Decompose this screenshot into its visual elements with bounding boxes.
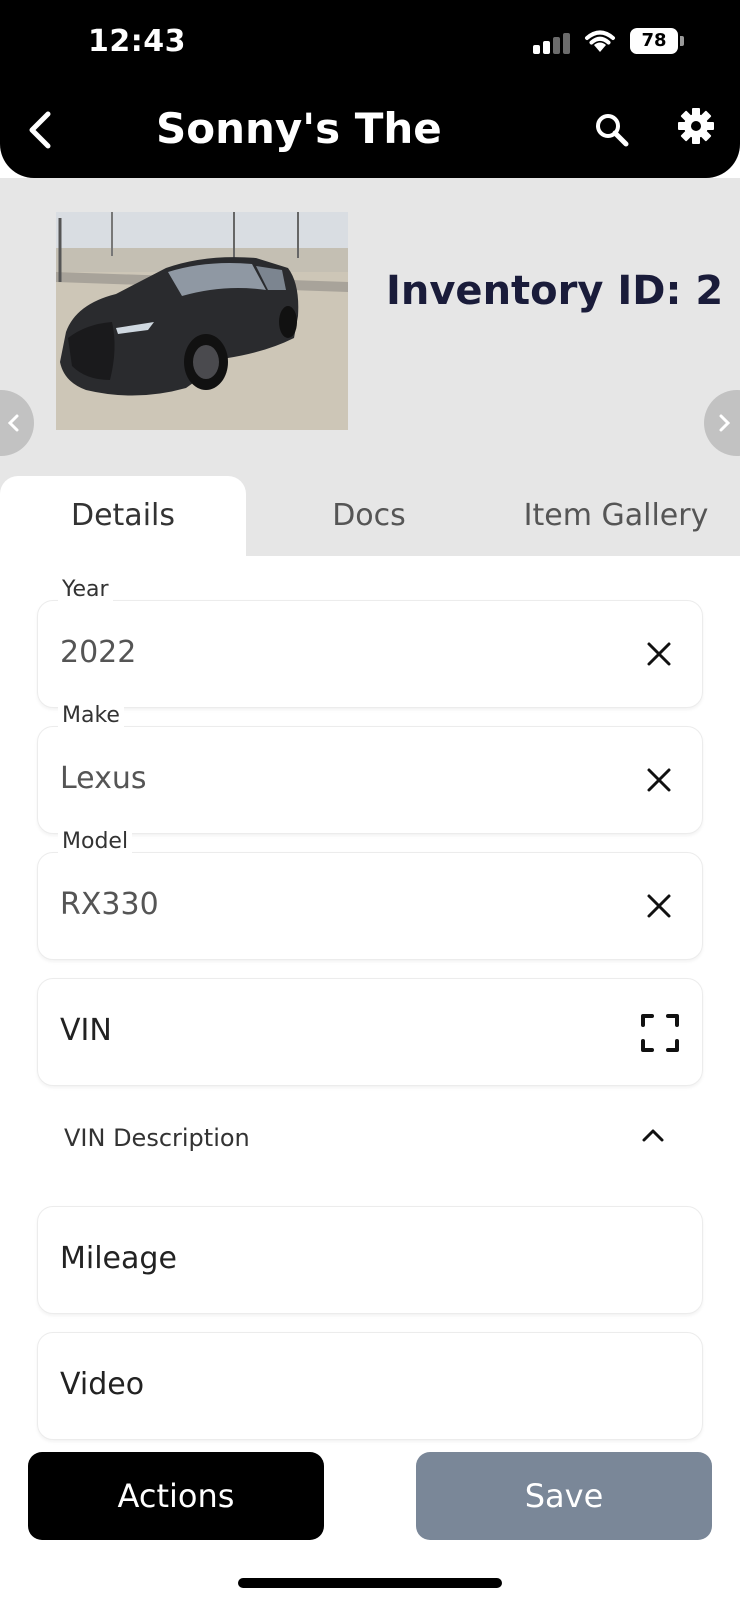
inventory-id: Inventory ID: 2 [386, 268, 724, 314]
close-icon[interactable] [644, 891, 674, 921]
vin-field[interactable]: VIN [37, 978, 703, 1086]
mileage-placeholder[interactable]: Mileage [60, 1241, 177, 1276]
model-value[interactable]: RX330 [60, 887, 159, 922]
cellular-signal-icon [533, 32, 573, 54]
year-label: Year [58, 577, 113, 602]
close-icon[interactable] [644, 765, 674, 795]
back-icon[interactable] [22, 108, 58, 152]
screen: 12:43 78 Sonny's The ... [0, 0, 740, 1600]
gear-icon[interactable] [676, 106, 716, 146]
tab-item-gallery[interactable]: Item Gallery [492, 476, 740, 562]
actions-button[interactable]: Actions [28, 1452, 324, 1540]
tab-docs[interactable]: Docs [246, 476, 492, 562]
scan-icon[interactable] [640, 1013, 680, 1053]
previous-item-button[interactable] [0, 390, 34, 456]
model-field[interactable]: Model RX330 [37, 829, 703, 960]
make-value[interactable]: Lexus [60, 761, 147, 796]
tab-bar: Details Docs Item Gallery [0, 476, 740, 562]
status-time: 12:43 [88, 24, 186, 59]
chevron-left-icon [7, 414, 19, 432]
tab-details[interactable]: Details [0, 476, 246, 562]
wifi-icon [585, 30, 615, 52]
year-value[interactable]: 2022 [60, 635, 136, 670]
app-header: 12:43 78 Sonny's The ... [0, 0, 740, 178]
video-placeholder[interactable]: Video [60, 1367, 144, 1402]
model-label: Model [58, 829, 133, 854]
video-field[interactable]: Video [37, 1332, 703, 1440]
chevron-up-icon[interactable] [640, 1124, 666, 1146]
chevron-right-icon [719, 414, 731, 432]
search-icon[interactable] [592, 110, 632, 150]
year-field[interactable]: Year 2022 [37, 577, 703, 708]
vin-placeholder[interactable]: VIN [60, 1013, 112, 1048]
mileage-field[interactable]: Mileage [37, 1206, 703, 1314]
make-field[interactable]: Make Lexus [37, 703, 703, 834]
battery-indicator: 78 [630, 28, 684, 54]
save-button[interactable]: Save [416, 1452, 712, 1540]
page-title: Sonny's The ... [156, 104, 456, 153]
vehicle-photo[interactable] [56, 212, 348, 430]
home-indicator[interactable] [238, 1578, 502, 1588]
make-label: Make [58, 703, 124, 728]
vin-description-toggle[interactable]: VIN Description [64, 1124, 250, 1152]
next-item-button[interactable] [704, 390, 740, 456]
close-icon[interactable] [644, 639, 674, 669]
